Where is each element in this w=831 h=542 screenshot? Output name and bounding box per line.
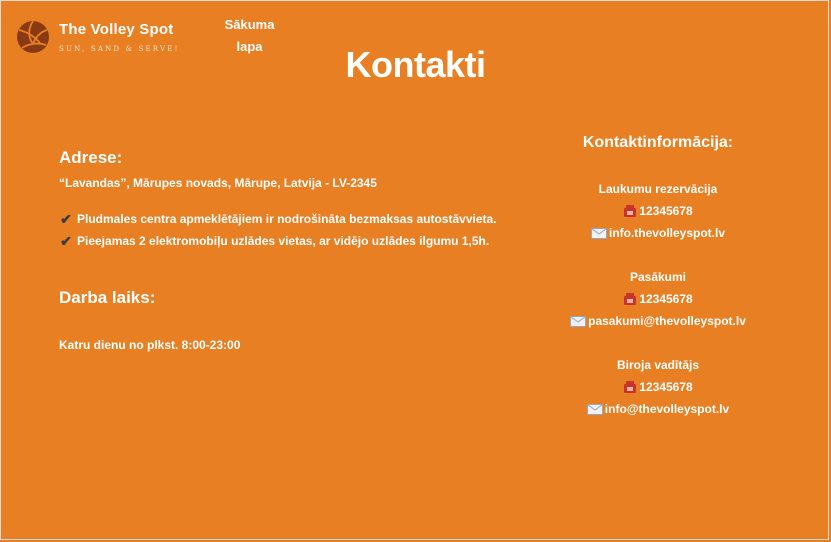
brand-name: The Volley Spot [59, 21, 174, 38]
feature-list: ✔ Pludmales centra apmeklētājiem ir nodr… [59, 208, 539, 252]
feature-item: ✔ Pludmales centra apmeklētājiem ir nodr… [59, 208, 539, 230]
contacts-section: Kontaktinformācija: Laukumu rezervācija … [538, 134, 778, 420]
address-text: “Lavandas”, Mārupes novads, Mārupe, Latv… [59, 176, 377, 190]
contact-phone-number: 12345678 [639, 380, 693, 394]
hours-text: Katru dienu no plkst. 8:00-23:00 [59, 338, 241, 352]
contact-group-title: Laukumu rezervācija [598, 182, 718, 196]
contact-group: Pasākumi 12345678 pasakumi@thevolleyspot… [538, 266, 778, 332]
contact-phone-number: 12345678 [639, 292, 693, 306]
contact-group-title: Pasākumi [629, 270, 687, 284]
contact-phone[interactable]: 12345678 [538, 200, 778, 222]
address-section: Adrese: “Lavandas”, Mārupes novads, Māru… [59, 148, 539, 252]
envelope-icon [586, 404, 603, 415]
envelope-icon [590, 228, 607, 239]
nav-home-label-line1: Sākuma [224, 17, 275, 32]
telephone-icon [624, 293, 637, 305]
contact-email[interactable]: pasakumi@thevolleyspot.lv [538, 310, 778, 332]
telephone-icon [624, 381, 637, 393]
envelope-icon [570, 316, 587, 327]
contact-group: Laukumu rezervācija 12345678 info.thevol… [538, 178, 778, 244]
contact-email-address: info.thevolleyspot.lv [608, 226, 725, 240]
page-title: Kontakti [345, 44, 487, 85]
checkmark-icon: ✔ [60, 233, 72, 249]
contact-email[interactable]: info.thevolleyspot.lv [538, 222, 778, 244]
contact-phone[interactable]: 12345678 [538, 288, 778, 310]
contacts-heading: Kontaktinformācija: [582, 134, 734, 151]
contact-email-address: info@thevolleyspot.lv [604, 402, 730, 416]
contact-email-address: pasakumi@thevolleyspot.lv [588, 314, 746, 328]
contact-group: Biroja vadītājs 12345678 info@thevolleys… [538, 354, 778, 420]
contact-group-title: Biroja vadītājs [616, 358, 700, 372]
contact-email[interactable]: info@thevolleyspot.lv [538, 398, 778, 420]
hours-heading: Darba laiks: [59, 288, 156, 307]
feature-item: ✔ Pieejamas 2 elektromobiļu uzlādes viet… [59, 230, 539, 252]
feature-text: Pieejamas 2 elektromobiļu uzlādes vietas… [77, 234, 490, 248]
feature-text: Pludmales centra apmeklētājiem ir nodroš… [77, 212, 497, 226]
address-heading: Adrese: [59, 148, 123, 167]
contact-phone[interactable]: 12345678 [538, 376, 778, 398]
telephone-icon [624, 205, 637, 217]
contact-phone-number: 12345678 [639, 204, 693, 218]
checkmark-icon: ✔ [60, 211, 72, 227]
